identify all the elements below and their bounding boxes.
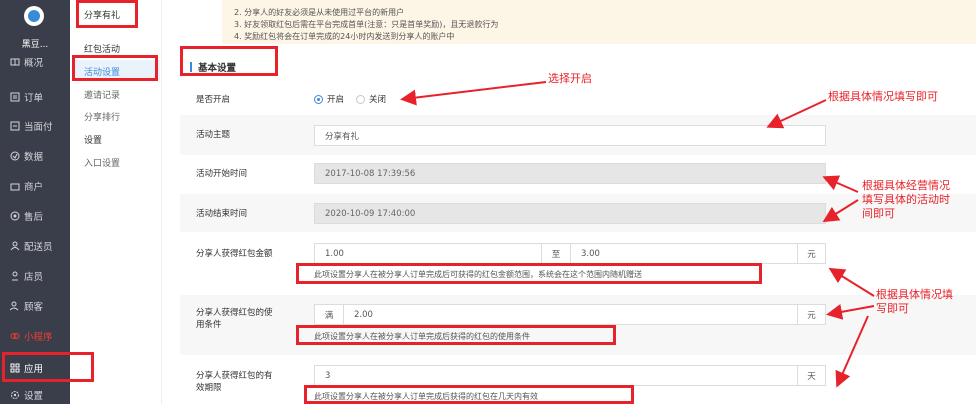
theme-label: 活动主题 bbox=[196, 130, 231, 140]
nav-item-after-sale[interactable]: 售后 bbox=[10, 207, 43, 225]
after-sale-icon bbox=[10, 211, 20, 221]
page: 黑豆... 概况 订单 当面付 数据 商户 售后 配送员 店员 顾客 小程序 应… bbox=[0, 0, 976, 404]
nav-item-settings[interactable]: 设置 bbox=[10, 386, 43, 404]
nav-label: 当面付 bbox=[24, 122, 53, 133]
submenu-link-share-ranking[interactable]: 分享排行 bbox=[84, 110, 120, 123]
clerk-icon bbox=[10, 271, 20, 281]
face-pay-icon bbox=[10, 121, 20, 131]
data-icon bbox=[10, 151, 20, 161]
amount-label: 分享人获得红包金额 bbox=[196, 249, 273, 259]
validity-input[interactable]: 3 bbox=[314, 365, 798, 386]
enable-off-radio[interactable] bbox=[356, 94, 366, 104]
nav-label: 应用 bbox=[24, 364, 44, 375]
annotation-select-on: 选择开启 bbox=[548, 72, 592, 85]
annotation-line: 写即可 bbox=[876, 302, 909, 315]
nav-item-data[interactable]: 数据 bbox=[10, 147, 43, 165]
submenu-title: 分享有礼 bbox=[84, 11, 121, 21]
store-name: 黑豆... bbox=[21, 40, 49, 50]
logo-icon bbox=[24, 6, 44, 26]
annotation-line: 填写具体的活动时 bbox=[862, 193, 950, 206]
validity-label: 分享人获得红包的有 效期限 bbox=[196, 370, 273, 394]
notice-box: 2. 分享人的好友必须是从未使用过平台的新用户 3. 好友领取红包后需在平台完成… bbox=[222, 0, 976, 44]
annotation-fill-2: 根据具体情况填 写即可 bbox=[876, 288, 953, 316]
nav-item-apps[interactable]: 应用 bbox=[10, 359, 43, 377]
customer-icon bbox=[10, 301, 20, 311]
overview-icon bbox=[10, 57, 20, 67]
validity-label-line: 分享人获得红包的有 bbox=[196, 371, 273, 381]
nav-item-clerk[interactable]: 店员 bbox=[10, 267, 43, 285]
nav-item-merchant[interactable]: 商户 bbox=[10, 177, 43, 195]
submenu-group-redpacket: 红包活动 bbox=[84, 45, 121, 55]
annotation-line: 根据具体经营情况 bbox=[862, 179, 950, 192]
merchant-icon bbox=[10, 181, 20, 191]
nav-label: 店员 bbox=[24, 272, 44, 283]
nav-label: 售后 bbox=[24, 212, 44, 223]
courier-icon bbox=[10, 241, 20, 251]
theme-input[interactable]: 分享有礼 bbox=[314, 125, 826, 146]
start-time-input[interactable]: 2017-10-08 17:39:56 bbox=[314, 163, 826, 184]
notice-line: 4. 奖励红包将会在订单完成的24小时内发送到分享人的账户中 bbox=[234, 32, 455, 41]
nav-label: 数据 bbox=[24, 152, 44, 163]
amount-unit-addon: 元 bbox=[797, 243, 826, 264]
main-nav: 黑豆... 概况 订单 当面付 数据 商户 售后 配送员 店员 顾客 小程序 应… bbox=[0, 0, 70, 404]
condition-help: 此项设置分享人在被分享人订单完成后获得的红包的使用条件 bbox=[314, 332, 530, 341]
validity-unit-addon: 天 bbox=[797, 365, 826, 386]
submenu-link-invite-records[interactable]: 邀请记录 bbox=[84, 88, 120, 101]
nav-item-order[interactable]: 订单 bbox=[10, 88, 43, 106]
condition-prefix-addon: 满 bbox=[314, 304, 344, 325]
end-time-input[interactable]: 2020-10-09 17:40:00 bbox=[314, 203, 826, 224]
enable-label: 是否开启 bbox=[196, 95, 231, 105]
validity-help: 此项设置分享人在被分享人订单完成后获得的红包在几天内有效 bbox=[314, 392, 538, 401]
annotation-line: 根据具体情况填 bbox=[876, 288, 953, 301]
nav-item-overview[interactable]: 概况 bbox=[10, 53, 43, 71]
section-title: 基本设置 bbox=[190, 60, 236, 74]
condition-label-line: 分享人获得红包的使 bbox=[196, 308, 273, 318]
arrow-amount bbox=[828, 267, 875, 297]
start-time-label: 活动开始时间 bbox=[196, 169, 248, 179]
nav-label: 顾客 bbox=[24, 302, 44, 313]
nav-label: 设置 bbox=[24, 391, 44, 402]
nav-label: 小程序 bbox=[24, 332, 53, 343]
miniprogram-icon bbox=[10, 331, 20, 341]
section-title-text: 基本设置 bbox=[198, 63, 237, 74]
nav-label: 商户 bbox=[24, 182, 44, 193]
annotation-fill-time: 根据具体经营情况 填写具体的活动时 间即可 bbox=[862, 179, 950, 221]
annotation-fill-1: 根据具体情况填写即可 bbox=[828, 90, 938, 103]
amount-help: 此项设置分享人在被分享人订单完成后可获得的红包金额范围，系统会在这个范围内随机赠… bbox=[314, 270, 642, 279]
condition-input[interactable]: 2.00 bbox=[343, 304, 798, 325]
submenu-link-entry-settings[interactable]: 入口设置 bbox=[84, 156, 120, 169]
amount-min-input[interactable]: 1.00 bbox=[314, 243, 542, 264]
end-time-label: 活动结束时间 bbox=[196, 209, 248, 219]
amount-to-addon: 至 bbox=[541, 243, 571, 264]
amount-max-input[interactable]: 3.00 bbox=[570, 243, 798, 264]
enable-on-label[interactable]: 开启 bbox=[327, 93, 344, 105]
arrow-select-on bbox=[400, 81, 547, 106]
arrow-start-time bbox=[822, 175, 859, 193]
apps-icon bbox=[10, 363, 20, 373]
nav-item-courier[interactable]: 配送员 bbox=[10, 237, 53, 255]
nav-item-face-pay[interactable]: 当面付 bbox=[10, 117, 53, 135]
condition-unit-addon: 元 bbox=[797, 304, 826, 325]
annotation-line: 间即可 bbox=[862, 207, 895, 220]
submenu-group-settings: 设置 bbox=[84, 136, 103, 146]
nav-item-customer[interactable]: 顾客 bbox=[10, 297, 43, 315]
submenu-link-activity-settings[interactable]: 活动设置 bbox=[84, 65, 120, 78]
nav-label: 概况 bbox=[24, 58, 44, 69]
order-icon bbox=[10, 92, 20, 102]
enable-on-radio[interactable] bbox=[314, 94, 323, 104]
nav-item-miniprogram[interactable]: 小程序 bbox=[10, 327, 53, 345]
nav-label: 配送员 bbox=[24, 242, 53, 253]
enable-off-label[interactable]: 关闭 bbox=[369, 93, 386, 105]
nav-label: 订单 bbox=[24, 93, 44, 104]
settings-icon bbox=[10, 390, 20, 400]
section-title-bar bbox=[190, 62, 192, 72]
submenu: 分享有礼 红包活动 活动设置 邀请记录 分享排行 设置 入口设置 bbox=[70, 0, 162, 404]
notice-line: 2. 分享人的好友必须是从未使用过平台的新用户 bbox=[234, 8, 405, 17]
enable-radio-group: 开启 关闭 bbox=[314, 93, 398, 105]
notice-line: 3. 好友领取红包后需在平台完成首单(注意：只是首单奖励)，且无退款行为 bbox=[234, 20, 499, 29]
condition-label-line: 用条件 bbox=[196, 320, 222, 330]
condition-label: 分享人获得红包的使 用条件 bbox=[196, 307, 273, 331]
validity-label-line: 效期限 bbox=[196, 383, 222, 393]
